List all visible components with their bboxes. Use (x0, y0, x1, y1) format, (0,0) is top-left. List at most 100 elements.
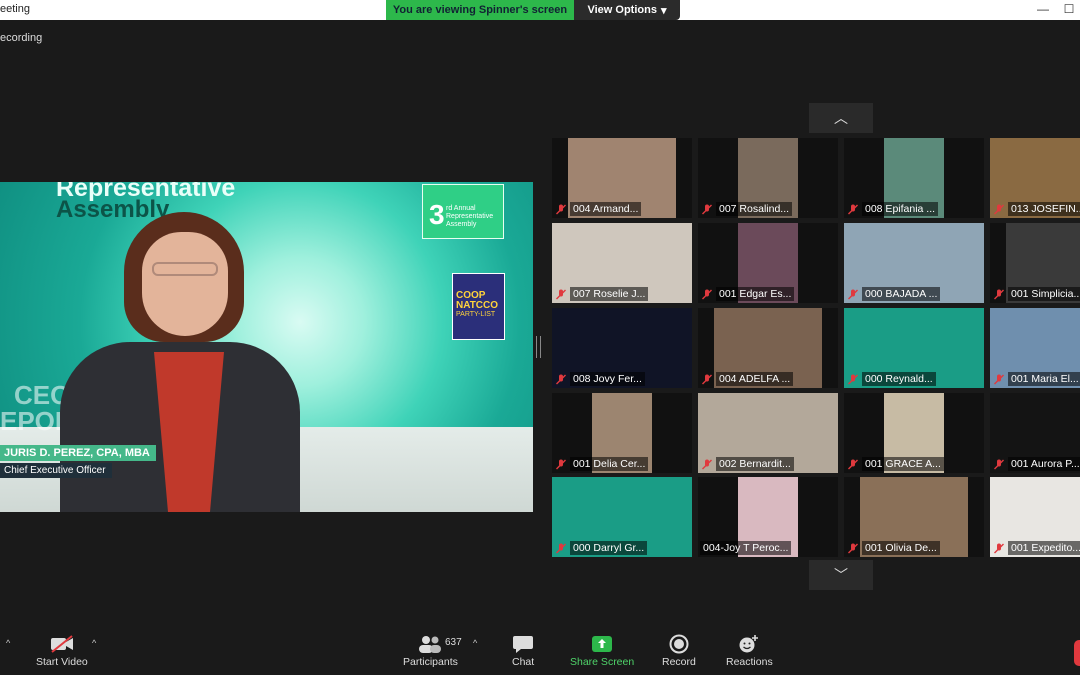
chat-label: Chat (512, 656, 535, 668)
gallery-page-up-button[interactable]: ︿ (809, 103, 873, 133)
record-label: Record (662, 656, 696, 668)
participant-tile[interactable]: 001 Simplicia... (990, 223, 1080, 303)
speaker-face (142, 232, 228, 336)
participant-name: 007 Rosalind... (716, 202, 793, 216)
viewing-screen-message: You are viewing Spinner's screen (386, 0, 574, 20)
speaker-title-plate: Chief Executive Officer (0, 463, 112, 478)
participant-name: 000 BAJADA ... (862, 287, 941, 301)
minimize-button[interactable]: — (1036, 2, 1050, 16)
share-screen-label: Share Screen (570, 656, 635, 668)
participant-name: 000 Reynald... (862, 372, 936, 386)
start-video-label: Start Video (36, 656, 88, 668)
panel-splitter-handle[interactable] (536, 336, 541, 358)
mic-muted-icon (994, 289, 1004, 300)
coop-logo-line1: COOP NATCCO (456, 290, 499, 311)
mic-muted-icon (556, 289, 566, 300)
participant-tile[interactable]: 001 GRACE A... (844, 393, 984, 473)
mic-muted-icon (702, 289, 712, 300)
reactions-button[interactable]: Reactions (726, 632, 773, 668)
mic-muted-icon (848, 374, 858, 385)
participant-name: 001 Edgar Es... (716, 287, 795, 301)
mic-muted-icon (994, 204, 1004, 215)
participant-name: 004 ADELFA ... (716, 372, 794, 386)
window-title: eeting (0, 3, 30, 15)
participant-name: 008 Jovy Fer... (570, 372, 645, 386)
participant-tile[interactable]: 001 Olivia De... (844, 477, 984, 557)
chat-button[interactable]: Chat (512, 632, 534, 668)
participant-name: 013 JOSEFIN... (1008, 202, 1080, 216)
mic-muted-icon (556, 374, 566, 385)
record-button[interactable]: Record (662, 632, 696, 668)
participant-tile[interactable]: 004 Armand... (552, 138, 692, 218)
participant-tile[interactable]: 000 Darryl Gr... (552, 477, 692, 557)
video-options-caret[interactable]: ^ (92, 638, 96, 648)
mic-muted-icon (848, 204, 858, 215)
mic-muted-icon (702, 374, 712, 385)
chevron-down-icon: ▾ (660, 4, 667, 17)
participant-name: 001 Aurora P... (1008, 457, 1080, 471)
participants-count: 637 (445, 637, 462, 648)
gallery-page-down-button[interactable]: ﹀ (809, 560, 873, 590)
participant-tile[interactable]: 002 Bernardit... (698, 393, 838, 473)
meeting-toolbar: ^ Start Video ^ Participants 637 ^ Chat … (0, 630, 1080, 675)
participant-tile[interactable]: 008 Jovy Fer... (552, 308, 692, 388)
participant-tile[interactable]: 004 ADELFA ... (698, 308, 838, 388)
participant-tile[interactable]: 001 Expedito... (990, 477, 1080, 557)
chevron-up-icon: ︿ (834, 110, 848, 126)
participant-name: 000 Darryl Gr... (570, 541, 648, 555)
participant-name: 001 GRACE A... (862, 457, 944, 471)
smiley-icon (738, 632, 760, 656)
participant-tile[interactable]: 008 Epifania ... (844, 138, 984, 218)
view-options-button[interactable]: View Options ▾ (574, 0, 680, 20)
mic-muted-icon (848, 459, 858, 470)
participant-name: 007 Roselie J... (570, 287, 649, 301)
participant-name: 001 Olivia De... (862, 541, 940, 555)
shared-screen: Representative Assembly CEO EPORT 3 rd A… (0, 182, 533, 512)
participant-tile[interactable]: 004-Joy T Peroc... (698, 477, 838, 557)
mic-muted-icon (848, 289, 858, 300)
video-off-icon (50, 632, 74, 656)
mic-muted-icon (556, 204, 566, 215)
coop-logo-line2: PARTY-LIST (456, 311, 496, 318)
audio-options-caret[interactable]: ^ (6, 638, 10, 648)
logo-number: 3 (429, 199, 445, 230)
participant-tile[interactable]: 001 Delia Cer... (552, 393, 692, 473)
speaker-glasses (152, 262, 218, 276)
participants-label: Participants (403, 656, 458, 668)
assembly-logo: 3 rd Annual Representative Assembly (422, 184, 504, 239)
logo-text: rd Annual Representative Assembly (446, 205, 494, 228)
share-screen-icon (591, 632, 613, 656)
mic-muted-icon (994, 459, 1004, 470)
participant-gallery: 004 Armand... 007 Rosalind... 008 Epifania… (552, 138, 1080, 557)
mic-muted-icon (556, 543, 566, 554)
participant-tile[interactable]: 007 Rosalind... (698, 138, 838, 218)
end-meeting-button[interactable] (1074, 640, 1080, 666)
participants-options-caret[interactable]: ^ (473, 638, 477, 648)
participant-tile[interactable]: 007 Roselie J... (552, 223, 692, 303)
participant-name: 008 Epifania ... (862, 202, 939, 216)
reactions-label: Reactions (726, 656, 773, 668)
participant-name: 001 Maria El... (1008, 372, 1080, 386)
view-options-label: View Options (587, 4, 657, 16)
record-icon (669, 632, 689, 656)
chat-bubble-icon (512, 632, 534, 656)
participant-name: 001 Expedito... (1008, 541, 1080, 555)
mic-muted-icon (994, 543, 1004, 554)
participant-tile[interactable]: 000 BAJADA ... (844, 223, 984, 303)
participant-name: 001 Simplicia... (1008, 287, 1080, 301)
participant-tile[interactable]: 001 Aurora P... (990, 393, 1080, 473)
participant-tile[interactable]: 001 Maria El... (990, 308, 1080, 388)
participant-tile[interactable]: 013 JOSEFIN... (990, 138, 1080, 218)
participant-name: 004-Joy T Peroc... (700, 541, 792, 555)
participants-icon (418, 632, 442, 656)
share-screen-button[interactable]: Share Screen (570, 632, 634, 668)
mic-muted-icon (702, 459, 712, 470)
participant-tile[interactable]: 000 Reynald... (844, 308, 984, 388)
mic-muted-icon (994, 374, 1004, 385)
start-video-button[interactable]: Start Video (36, 632, 88, 668)
maximize-button[interactable]: ☐ (1062, 2, 1076, 16)
participant-name: 001 Delia Cer... (570, 457, 649, 471)
participant-name: 002 Bernardit... (716, 457, 794, 471)
screen-share-banner: You are viewing Spinner's screen View Op… (386, 0, 680, 20)
participant-tile[interactable]: 001 Edgar Es... (698, 223, 838, 303)
